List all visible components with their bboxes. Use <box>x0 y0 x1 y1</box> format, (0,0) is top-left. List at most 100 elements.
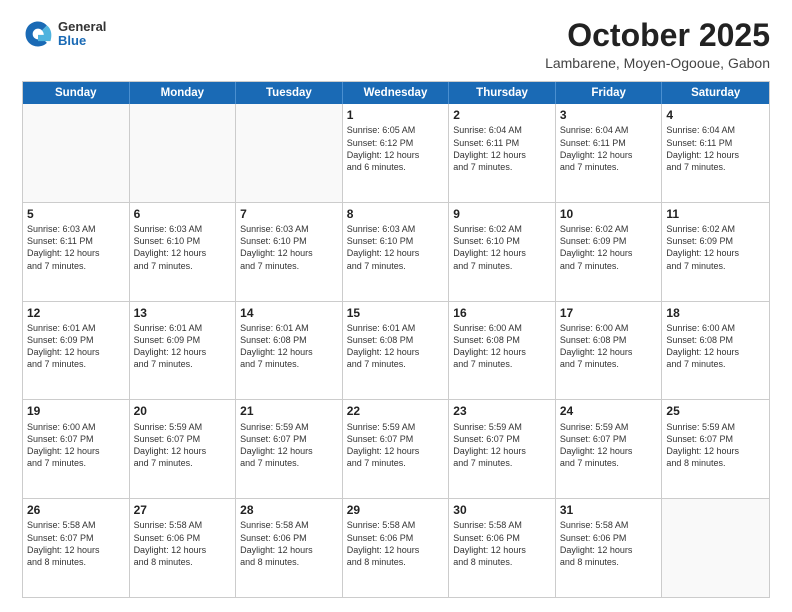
cell-text: Sunrise: 6:03 AM Sunset: 6:10 PM Dayligh… <box>240 223 338 272</box>
logo-general: General <box>58 20 106 34</box>
day-number: 8 <box>347 206 445 222</box>
cell-text: Sunrise: 6:03 AM Sunset: 6:10 PM Dayligh… <box>134 223 232 272</box>
cell-text: Sunrise: 6:00 AM Sunset: 6:08 PM Dayligh… <box>453 322 551 371</box>
cell-text: Sunrise: 5:59 AM Sunset: 6:07 PM Dayligh… <box>347 421 445 470</box>
header-friday: Friday <box>556 82 663 104</box>
cell-text: Sunrise: 6:04 AM Sunset: 6:11 PM Dayligh… <box>666 124 765 173</box>
cal-cell: 29Sunrise: 5:58 AM Sunset: 6:06 PM Dayli… <box>343 499 450 597</box>
cell-text: Sunrise: 5:59 AM Sunset: 6:07 PM Dayligh… <box>453 421 551 470</box>
cal-cell: 26Sunrise: 5:58 AM Sunset: 6:07 PM Dayli… <box>23 499 130 597</box>
cell-text: Sunrise: 5:58 AM Sunset: 6:06 PM Dayligh… <box>560 519 658 568</box>
day-number: 3 <box>560 107 658 123</box>
header-saturday: Saturday <box>662 82 769 104</box>
cal-cell: 18Sunrise: 6:00 AM Sunset: 6:08 PM Dayli… <box>662 302 769 400</box>
day-number: 29 <box>347 502 445 518</box>
cal-cell: 22 Sunrise: 5:59 AM Sunset: 6:07 PM Dayli… <box>343 400 450 498</box>
day-number: 26 <box>27 502 125 518</box>
day-number: 20 <box>134 403 232 419</box>
cal-cell <box>23 104 130 202</box>
cell-text: Sunrise: 6:01 AM Sunset: 6:08 PM Dayligh… <box>347 322 445 371</box>
cal-cell: 19 Sunrise: 6:00 AM Sunset: 6:07 PM Dayli… <box>23 400 130 498</box>
cell-text: Sunrise: 6:00 AM Sunset: 6:07 PM Dayligh… <box>27 421 125 470</box>
cal-cell: 12Sunrise: 6:01 AM Sunset: 6:09 PM Dayli… <box>23 302 130 400</box>
cell-text: Sunrise: 6:03 AM Sunset: 6:11 PM Dayligh… <box>27 223 125 272</box>
calendar-row-3: 12Sunrise: 6:01 AM Sunset: 6:09 PM Dayli… <box>23 301 769 400</box>
day-number: 13 <box>134 305 232 321</box>
day-number: 21 <box>240 403 338 419</box>
cal-cell: 16Sunrise: 6:00 AM Sunset: 6:08 PM Dayli… <box>449 302 556 400</box>
cell-text: Sunrise: 5:58 AM Sunset: 6:06 PM Dayligh… <box>453 519 551 568</box>
cell-text: Sunrise: 6:00 AM Sunset: 6:08 PM Dayligh… <box>560 322 658 371</box>
cal-cell: 4Sunrise: 6:04 AM Sunset: 6:11 PM Daylig… <box>662 104 769 202</box>
cell-text: Sunrise: 6:02 AM Sunset: 6:09 PM Dayligh… <box>666 223 765 272</box>
cal-cell: 2Sunrise: 6:04 AM Sunset: 6:11 PM Daylig… <box>449 104 556 202</box>
cell-text: Sunrise: 5:59 AM Sunset: 6:07 PM Dayligh… <box>134 421 232 470</box>
header-sunday: Sunday <box>23 82 130 104</box>
cell-text: Sunrise: 5:59 AM Sunset: 6:07 PM Dayligh… <box>240 421 338 470</box>
day-number: 14 <box>240 305 338 321</box>
header: General Blue October 2025 Lambarene, Moy… <box>22 18 770 71</box>
cell-text: Sunrise: 6:02 AM Sunset: 6:10 PM Dayligh… <box>453 223 551 272</box>
day-number: 24 <box>560 403 658 419</box>
day-number: 4 <box>666 107 765 123</box>
cal-cell: 25 Sunrise: 5:59 AM Sunset: 6:07 PM Dayli… <box>662 400 769 498</box>
location: Lambarene, Moyen-Ogooue, Gabon <box>545 55 770 71</box>
day-number: 23 <box>453 403 551 419</box>
header-thursday: Thursday <box>449 82 556 104</box>
header-wednesday: Wednesday <box>343 82 450 104</box>
cal-cell: 8Sunrise: 6:03 AM Sunset: 6:10 PM Daylig… <box>343 203 450 301</box>
cell-text: Sunrise: 6:01 AM Sunset: 6:09 PM Dayligh… <box>27 322 125 371</box>
logo-blue: Blue <box>58 34 106 48</box>
day-number: 5 <box>27 206 125 222</box>
day-number: 25 <box>666 403 765 419</box>
cal-cell: 23 Sunrise: 5:59 AM Sunset: 6:07 PM Dayli… <box>449 400 556 498</box>
day-number: 22 <box>347 403 445 419</box>
cell-text: Sunrise: 5:59 AM Sunset: 6:07 PM Dayligh… <box>666 421 765 470</box>
cal-cell: 20 Sunrise: 5:59 AM Sunset: 6:07 PM Dayli… <box>130 400 237 498</box>
cell-text: Sunrise: 5:58 AM Sunset: 6:06 PM Dayligh… <box>134 519 232 568</box>
day-number: 12 <box>27 305 125 321</box>
day-number: 11 <box>666 206 765 222</box>
page: General Blue October 2025 Lambarene, Moy… <box>0 0 792 612</box>
cal-cell: 30Sunrise: 5:58 AM Sunset: 6:06 PM Dayli… <box>449 499 556 597</box>
day-number: 9 <box>453 206 551 222</box>
calendar-row-4: 19 Sunrise: 6:00 AM Sunset: 6:07 PM Dayli… <box>23 399 769 498</box>
day-number: 28 <box>240 502 338 518</box>
cal-cell: 1Sunrise: 6:05 AM Sunset: 6:12 PM Daylig… <box>343 104 450 202</box>
header-tuesday: Tuesday <box>236 82 343 104</box>
cell-text: Sunrise: 6:03 AM Sunset: 6:10 PM Dayligh… <box>347 223 445 272</box>
cell-text: Sunrise: 5:58 AM Sunset: 6:06 PM Dayligh… <box>240 519 338 568</box>
calendar-header: Sunday Monday Tuesday Wednesday Thursday… <box>23 82 769 104</box>
title-block: October 2025 Lambarene, Moyen-Ogooue, Ga… <box>545 18 770 71</box>
day-number: 2 <box>453 107 551 123</box>
calendar-row-5: 26Sunrise: 5:58 AM Sunset: 6:07 PM Dayli… <box>23 498 769 597</box>
day-number: 15 <box>347 305 445 321</box>
cell-text: Sunrise: 6:02 AM Sunset: 6:09 PM Dayligh… <box>560 223 658 272</box>
cal-cell <box>236 104 343 202</box>
calendar-body: 1Sunrise: 6:05 AM Sunset: 6:12 PM Daylig… <box>23 104 769 597</box>
cell-text: Sunrise: 6:04 AM Sunset: 6:11 PM Dayligh… <box>453 124 551 173</box>
logo-icon <box>22 18 54 50</box>
cal-cell: 6Sunrise: 6:03 AM Sunset: 6:10 PM Daylig… <box>130 203 237 301</box>
header-monday: Monday <box>130 82 237 104</box>
cell-text: Sunrise: 6:01 AM Sunset: 6:09 PM Dayligh… <box>134 322 232 371</box>
cal-cell: 3Sunrise: 6:04 AM Sunset: 6:11 PM Daylig… <box>556 104 663 202</box>
cal-cell: 27Sunrise: 5:58 AM Sunset: 6:06 PM Dayli… <box>130 499 237 597</box>
cell-text: Sunrise: 6:04 AM Sunset: 6:11 PM Dayligh… <box>560 124 658 173</box>
cal-cell: 7Sunrise: 6:03 AM Sunset: 6:10 PM Daylig… <box>236 203 343 301</box>
cal-cell: 24Sunrise: 5:59 AM Sunset: 6:07 PM Dayli… <box>556 400 663 498</box>
day-number: 10 <box>560 206 658 222</box>
cell-text: Sunrise: 5:58 AM Sunset: 6:07 PM Dayligh… <box>27 519 125 568</box>
cal-cell: 14Sunrise: 6:01 AM Sunset: 6:08 PM Dayli… <box>236 302 343 400</box>
month-title: October 2025 <box>545 18 770 53</box>
day-number: 17 <box>560 305 658 321</box>
calendar-row-1: 1Sunrise: 6:05 AM Sunset: 6:12 PM Daylig… <box>23 104 769 202</box>
day-number: 19 <box>27 403 125 419</box>
cell-text: Sunrise: 5:58 AM Sunset: 6:06 PM Dayligh… <box>347 519 445 568</box>
day-number: 18 <box>666 305 765 321</box>
cal-cell: 17Sunrise: 6:00 AM Sunset: 6:08 PM Dayli… <box>556 302 663 400</box>
day-number: 7 <box>240 206 338 222</box>
day-number: 31 <box>560 502 658 518</box>
cal-cell: 21 Sunrise: 5:59 AM Sunset: 6:07 PM Dayli… <box>236 400 343 498</box>
cal-cell: 9Sunrise: 6:02 AM Sunset: 6:10 PM Daylig… <box>449 203 556 301</box>
